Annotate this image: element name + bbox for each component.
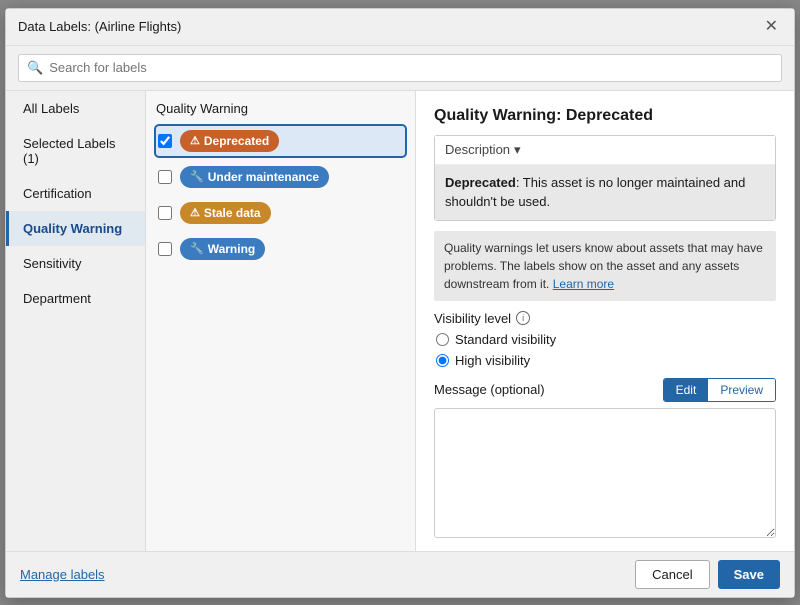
visibility-section: Visibility level i Standard visibility H… xyxy=(434,311,776,368)
detail-panel: Quality Warning: Deprecated Description … xyxy=(416,91,794,551)
dialog-header: Data Labels: (Airline Flights) ✕ xyxy=(6,9,794,46)
label-panel: Quality Warning ⚠ Deprecated 🔧 Under mai… xyxy=(146,91,416,551)
label-panel-title: Quality Warning xyxy=(156,101,405,116)
message-section: Message (optional) Edit Preview xyxy=(434,378,776,538)
label-row-deprecated: ⚠ Deprecated xyxy=(156,126,405,156)
radio-standard: Standard visibility xyxy=(436,332,776,347)
tab-preview[interactable]: Preview xyxy=(708,379,775,401)
dialog-footer: Manage labels Cancel Save xyxy=(6,551,794,597)
detail-title: Quality Warning: Deprecated xyxy=(434,107,776,125)
radio-standard-input[interactable] xyxy=(436,333,449,346)
description-header[interactable]: Description ▾ xyxy=(435,136,775,165)
description-bold: Deprecated xyxy=(445,175,516,190)
sidebar: All Labels Selected Labels (1) Certifica… xyxy=(6,91,146,551)
message-textarea[interactable] xyxy=(434,408,776,538)
badge-stale-data[interactable]: ⚠ Stale data xyxy=(180,202,271,224)
description-body: Deprecated: This asset is no longer main… xyxy=(435,165,775,220)
tab-edit[interactable]: Edit xyxy=(664,379,709,401)
close-button[interactable]: ✕ xyxy=(761,17,782,37)
label-row-warning: 🔧 Warning xyxy=(156,234,405,264)
description-box: Description ▾ Deprecated: This asset is … xyxy=(434,135,776,221)
message-tab-group: Edit Preview xyxy=(663,378,776,402)
manage-labels-button[interactable]: Manage labels xyxy=(20,567,105,582)
radio-high-input[interactable] xyxy=(436,354,449,367)
sidebar-item-selected-labels[interactable]: Selected Labels (1) xyxy=(6,126,145,176)
radio-standard-label: Standard visibility xyxy=(455,332,556,347)
cancel-button[interactable]: Cancel xyxy=(635,560,709,589)
search-input[interactable] xyxy=(49,60,773,75)
visibility-info-icon[interactable]: i xyxy=(516,311,530,325)
sidebar-item-certification[interactable]: Certification xyxy=(6,176,145,211)
maintenance-icon: 🔧 xyxy=(190,170,204,183)
badge-warning[interactable]: 🔧 Warning xyxy=(180,238,265,260)
message-header: Message (optional) Edit Preview xyxy=(434,378,776,402)
checkbox-warning[interactable] xyxy=(158,242,172,256)
badge-under-maintenance[interactable]: 🔧 Under maintenance xyxy=(180,166,329,188)
stale-icon: ⚠ xyxy=(190,206,200,219)
data-labels-dialog: Data Labels: (Airline Flights) ✕ 🔍 All L… xyxy=(5,8,795,598)
sidebar-item-department[interactable]: Department xyxy=(6,281,145,316)
sidebar-item-all-labels[interactable]: All Labels xyxy=(6,91,145,126)
footer-buttons: Cancel Save xyxy=(635,560,780,589)
deprecated-icon: ⚠ xyxy=(190,134,200,147)
radio-high-label: High visibility xyxy=(455,353,530,368)
search-wrap: 🔍 xyxy=(18,54,782,82)
main-body: All Labels Selected Labels (1) Certifica… xyxy=(6,91,794,551)
message-label: Message (optional) xyxy=(434,382,545,397)
save-button[interactable]: Save xyxy=(718,560,780,589)
visibility-label-row: Visibility level i xyxy=(434,311,776,326)
checkbox-stale-data[interactable] xyxy=(158,206,172,220)
label-row-under-maintenance: 🔧 Under maintenance xyxy=(156,162,405,192)
dialog-title: Data Labels: (Airline Flights) xyxy=(18,19,181,34)
label-row-stale-data: ⚠ Stale data xyxy=(156,198,405,228)
search-icon: 🔍 xyxy=(27,60,43,76)
sidebar-item-quality-warning[interactable]: Quality Warning xyxy=(6,211,145,246)
warning-icon: 🔧 xyxy=(190,242,204,255)
visibility-label: Visibility level xyxy=(434,311,511,326)
checkbox-under-maintenance[interactable] xyxy=(158,170,172,184)
badge-deprecated[interactable]: ⚠ Deprecated xyxy=(180,130,279,152)
search-area: 🔍 xyxy=(6,46,794,91)
info-box: Quality warnings let users know about as… xyxy=(434,231,776,301)
checkbox-deprecated[interactable] xyxy=(158,134,172,148)
sidebar-item-sensitivity[interactable]: Sensitivity xyxy=(6,246,145,281)
learn-more-link[interactable]: Learn more xyxy=(553,277,614,291)
radio-high: High visibility xyxy=(436,353,776,368)
